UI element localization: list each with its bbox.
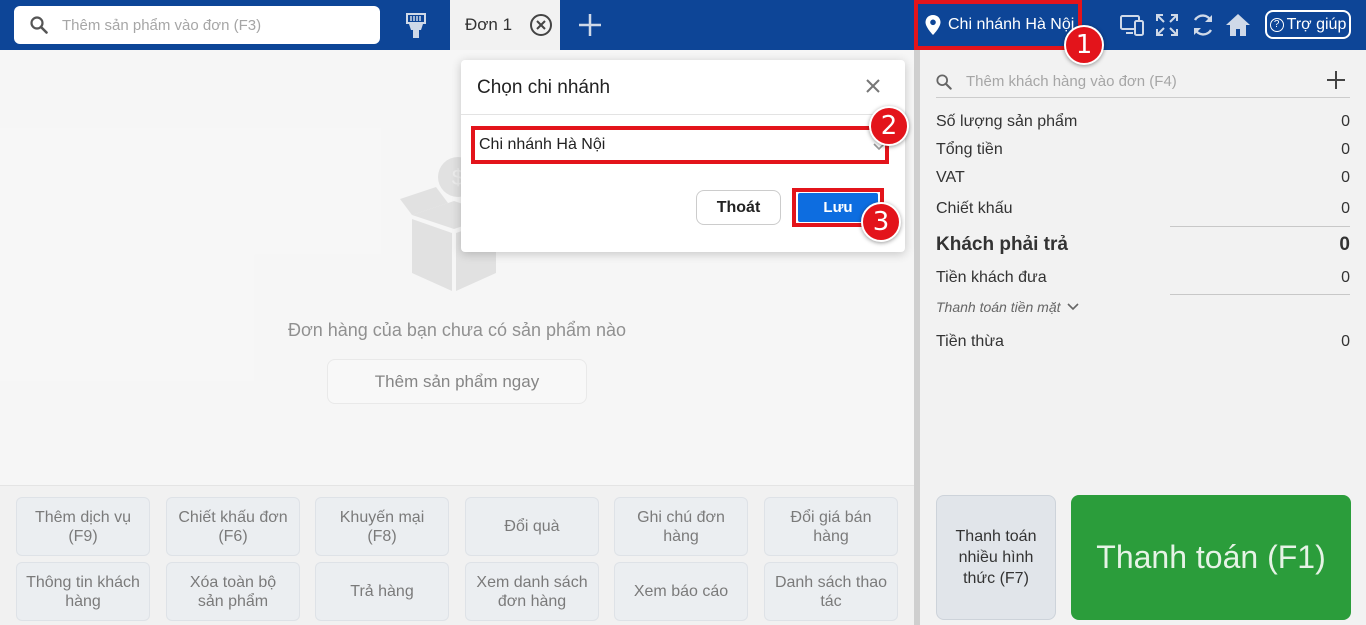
vat-value: 0 xyxy=(1341,169,1350,186)
devices-icon[interactable] xyxy=(1119,12,1145,38)
qty-value: 0 xyxy=(1341,113,1350,130)
home-icon[interactable] xyxy=(1225,12,1251,38)
modal-divider xyxy=(461,114,905,115)
refresh-icon[interactable] xyxy=(1190,12,1216,38)
discount-value: 0 xyxy=(1341,200,1350,217)
step-badge-3: 3 xyxy=(861,202,901,242)
payment-mode-label: Thanh toán tiền mặt xyxy=(936,299,1061,315)
search-icon xyxy=(30,15,50,35)
search-icon xyxy=(936,73,952,90)
payable-value: 0 xyxy=(1339,234,1350,255)
customer-search-placeholder: Thêm khách hàng vào đơn (F4) xyxy=(966,73,1177,90)
summary-row-total: Tổng tiền 0 xyxy=(936,141,1350,159)
total-label: Tổng tiền xyxy=(936,141,1003,158)
help-icon: ? xyxy=(1269,17,1284,32)
select-branch-modal: Chọn chi nhánh Chi nhánh Hà Nội Thoát Lư… xyxy=(461,60,905,252)
tab-order-1[interactable]: Đơn 1 xyxy=(450,0,560,50)
branch-select[interactable]: Chi nhánh Hà Nội xyxy=(471,126,889,164)
vat-label: VAT xyxy=(936,169,965,186)
discount-label: Chiết khấu xyxy=(936,200,1013,217)
add-customer-icon[interactable] xyxy=(1326,70,1346,90)
barcode-scanner-icon[interactable] xyxy=(402,12,430,40)
step-badge-1: 1 xyxy=(1064,25,1104,65)
summary-row-vat: VAT 0 xyxy=(936,169,1350,187)
product-search-input[interactable]: Thêm sản phẩm vào đơn (F3) xyxy=(14,6,380,44)
summary-row-change: Tiền thừa 0 xyxy=(936,333,1350,351)
tab-order-label: Đơn 1 xyxy=(465,15,513,34)
order-summary-panel: Thêm khách hàng vào đơn (F4) Số lượng sả… xyxy=(920,50,1366,625)
summary-row-discount: Chiết khấu 0 xyxy=(936,200,1350,218)
summary-row-qty: Số lượng sản phẩm 0 xyxy=(936,113,1350,131)
pay-button[interactable]: Thanh toán (F1) xyxy=(1071,495,1351,620)
product-search-placeholder: Thêm sản phẩm vào đơn (F3) xyxy=(62,16,262,34)
exit-button[interactable]: Thoát xyxy=(696,190,781,225)
change-value: 0 xyxy=(1341,333,1350,350)
given-label: Tiền khách đưa xyxy=(936,269,1047,286)
given-underline xyxy=(1170,294,1350,295)
branch-selector-label: Chi nhánh Hà Nội xyxy=(948,16,1075,33)
summary-row-payable: Khách phải trả 0 xyxy=(936,234,1350,256)
location-pin-icon xyxy=(924,14,942,36)
total-value: 0 xyxy=(1341,141,1350,158)
help-button[interactable]: ? Trợ giúp xyxy=(1265,10,1351,39)
change-label: Tiền thừa xyxy=(936,333,1004,350)
fullscreen-icon[interactable] xyxy=(1154,12,1180,38)
step-badge-2: 2 xyxy=(869,106,909,146)
payable-label: Khách phải trả xyxy=(936,234,1068,255)
customer-search-input[interactable]: Thêm khách hàng vào đơn (F4) xyxy=(936,66,1350,98)
close-tab-icon[interactable] xyxy=(530,14,552,36)
discount-underline xyxy=(1170,226,1350,227)
branch-select-value: Chi nhánh Hà Nội xyxy=(479,136,606,153)
summary-row-given[interactable]: Tiền khách đưa 0 xyxy=(936,269,1350,287)
qty-label: Số lượng sản phẩm xyxy=(936,113,1078,130)
multi-payment-button[interactable]: Thanh toán nhiều hình thức (F7) xyxy=(936,495,1056,620)
chevron-down-icon xyxy=(1066,303,1079,311)
payment-mode-dropdown[interactable]: Thanh toán tiền mặt xyxy=(936,299,1079,315)
branch-selector-button[interactable]: Chi nhánh Hà Nội xyxy=(914,0,1082,50)
close-modal-icon[interactable] xyxy=(865,78,881,94)
help-label: Trợ giúp xyxy=(1286,15,1347,33)
modal-title: Chọn chi nhánh xyxy=(477,77,611,98)
top-bar: Thêm sản phẩm vào đơn (F3) Đơn 1 Chi nhá… xyxy=(0,0,1366,50)
add-tab-icon[interactable] xyxy=(577,12,603,38)
given-value: 0 xyxy=(1341,269,1350,286)
